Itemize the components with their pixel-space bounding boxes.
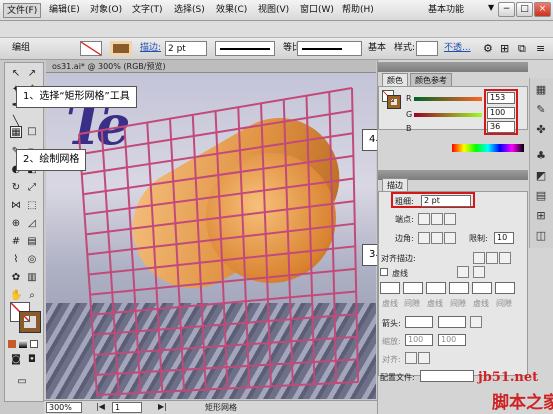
r-label: R xyxy=(406,94,412,103)
watermark-name: 脚本之家 xyxy=(492,393,553,413)
gap-label-1: 间隙 xyxy=(404,299,420,308)
butt-cap-icon[interactable] xyxy=(418,213,430,225)
align-inside-icon[interactable] xyxy=(486,252,498,264)
zoom-field[interactable]: 300% xyxy=(46,402,82,413)
r-value-field[interactable]: 153 xyxy=(487,92,515,104)
align-outside-icon[interactable] xyxy=(499,252,511,264)
dashed-checkbox[interactable] xyxy=(380,268,388,276)
end-arrowhead-select[interactable] xyxy=(438,316,466,328)
r-slider[interactable] xyxy=(414,97,482,101)
bevel-join-icon[interactable] xyxy=(444,232,456,244)
g-value-field[interactable]: 100 xyxy=(487,107,515,119)
g-label: G xyxy=(406,110,413,119)
layers-icon[interactable]: ▤ xyxy=(535,190,547,202)
watermark-url: jb51.net xyxy=(478,370,539,385)
b-label: B xyxy=(406,124,412,133)
arrow-tip-place-icon[interactable] xyxy=(418,352,430,364)
dash-label-3: 虚线 xyxy=(473,299,489,308)
dash-preserve-icon[interactable] xyxy=(457,266,469,278)
gap-label-3: 间隙 xyxy=(496,299,512,308)
arrowhead-label: 箭头: xyxy=(382,319,401,328)
weight-field[interactable]: 2 pt xyxy=(421,195,471,207)
profile-select[interactable] xyxy=(420,370,474,382)
dash-label-1: 虚线 xyxy=(382,299,398,308)
callout-step-2: 2、绘制网格 xyxy=(16,149,87,171)
tab-color-guide[interactable]: 颜色参考 xyxy=(410,73,452,86)
swap-arrowheads-icon[interactable] xyxy=(470,316,482,328)
g-slider[interactable] xyxy=(414,113,482,117)
weight-label: 粗细: xyxy=(395,197,414,206)
arrow-tip-extend-icon[interactable] xyxy=(405,352,417,364)
brush-icon[interactable]: ✎ xyxy=(535,104,547,116)
graphic-style-icon[interactable]: ◩ xyxy=(535,170,547,182)
round-cap-icon[interactable] xyxy=(431,213,443,225)
b-value-field[interactable]: 36 xyxy=(487,121,515,133)
next-page-icon[interactable]: ▶| xyxy=(158,402,167,411)
corner-label: 边角: xyxy=(395,234,414,243)
scale-end-field[interactable]: 100 xyxy=(438,334,466,346)
profile-label: 配置文件: xyxy=(380,373,415,382)
projecting-cap-icon[interactable] xyxy=(444,213,456,225)
dash-field[interactable] xyxy=(380,282,400,294)
align-arrow-label: 对齐: xyxy=(382,355,401,364)
symbol-icon[interactable]: ✤ xyxy=(535,124,547,136)
round-join-icon[interactable] xyxy=(431,232,443,244)
align-panel-icon[interactable]: ⊞ xyxy=(535,210,547,222)
status-tool-label: 矩形网格 xyxy=(205,403,237,412)
pathfinder-icon[interactable]: ◫ xyxy=(535,230,547,242)
dash-field[interactable] xyxy=(403,282,423,294)
gap-label-2: 间隙 xyxy=(450,299,466,308)
limit-field[interactable]: 10 xyxy=(494,232,514,244)
color-stroke-indicator[interactable] xyxy=(387,95,401,109)
align-stroke-label: 对齐描边: xyxy=(381,254,416,263)
color-panel-header xyxy=(378,62,528,72)
first-page-icon[interactable]: |◀ xyxy=(96,402,105,411)
tab-stroke[interactable]: 描边 xyxy=(382,178,408,191)
swatch-icon[interactable]: ▦ xyxy=(535,84,547,96)
scale-start-field[interactable]: 100 xyxy=(405,334,433,346)
dash-field[interactable] xyxy=(426,282,446,294)
color-spectrum-bar[interactable] xyxy=(452,144,524,152)
dash-field[interactable] xyxy=(449,282,469,294)
dashed-label: 虚线 xyxy=(392,269,408,278)
page-field[interactable]: 1 xyxy=(112,402,142,413)
start-arrowhead-select[interactable] xyxy=(405,316,433,328)
tab-color[interactable]: 颜色 xyxy=(382,73,408,86)
limit-label: 限制: xyxy=(469,234,488,243)
cap-label: 端点: xyxy=(395,215,414,224)
club-icon[interactable]: ♣ xyxy=(535,150,547,162)
scale-label: 缩放: xyxy=(382,337,401,346)
dash-align-icon[interactable] xyxy=(473,266,485,278)
dash-field[interactable] xyxy=(495,282,515,294)
callout-step-1: 1、选择“矩形网格”工具 xyxy=(16,86,137,108)
miter-join-icon[interactable] xyxy=(418,232,430,244)
align-center-icon[interactable] xyxy=(473,252,485,264)
dash-label-2: 虚线 xyxy=(427,299,443,308)
dash-field[interactable] xyxy=(472,282,492,294)
